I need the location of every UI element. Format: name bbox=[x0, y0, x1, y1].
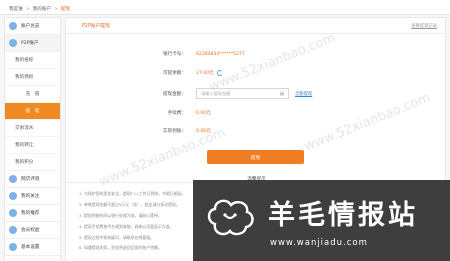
sidebar: 账户总览 P2P账户 我的投标 我的债权 充 值 提 现 交易流水 我的转让 我… bbox=[4, 17, 61, 261]
fee-label: 手续费： bbox=[167, 111, 186, 116]
fee-value: 0.00元 bbox=[196, 111, 211, 116]
actual-label: 实际到账： bbox=[163, 129, 186, 134]
sidebar-group-label: P2P账户 bbox=[21, 41, 39, 46]
sidebar-group-p2p[interactable]: P2P账户 bbox=[5, 35, 60, 52]
sidebar-group-label: 账户总览 bbox=[21, 24, 40, 29]
withdraw-button[interactable]: 提现 bbox=[207, 150, 304, 164]
card-label: 银行卡号： bbox=[163, 52, 186, 57]
sheep-logo-icon bbox=[207, 199, 254, 236]
fee-row: 手续费： 0.00元 bbox=[66, 110, 211, 116]
balance-value: 27.00元 bbox=[196, 71, 214, 76]
panel-header: P2P账户提现 查看提现记录 bbox=[66, 18, 445, 34]
sidebar-item-my-claims[interactable]: 我的债权 bbox=[5, 69, 60, 86]
benefits-icon bbox=[9, 226, 17, 234]
sidebar-item-transactions[interactable]: 交易流水 bbox=[5, 120, 60, 137]
balance-label: 可提余额： bbox=[163, 71, 186, 76]
settings-icon bbox=[9, 243, 17, 251]
balance-row: 可提余额： 27.00元 bbox=[66, 70, 223, 76]
banner-title: 羊毛情报站 bbox=[268, 200, 418, 231]
sidebar-group-overview[interactable]: 账户总览 bbox=[5, 18, 60, 35]
sidebar-item-transfers[interactable]: 我的转让 bbox=[5, 137, 60, 154]
follow-icon bbox=[9, 192, 17, 200]
sidebar-group-label: 基本设置 bbox=[21, 245, 40, 250]
banner-url: www.wanjiadu.com bbox=[270, 238, 368, 248]
amount-unit: 元 bbox=[279, 90, 284, 96]
sidebar-group-label: 我的关注 bbox=[21, 194, 40, 199]
sidebar-group-benefits[interactable]: 会员权益 bbox=[5, 222, 60, 239]
promo-banner: 羊毛情报站 www.wanjiadu.com bbox=[193, 180, 450, 261]
sidebar-group-label: 我的推荐 bbox=[21, 211, 40, 216]
withdraw-all-link[interactable]: 全额提现 bbox=[295, 91, 312, 97]
sidebar-group-follows[interactable]: 我的关注 bbox=[5, 188, 60, 205]
amount-row: 提现金额： 请输入提现金额 元 全额提现 bbox=[66, 88, 312, 99]
card-row: 银行卡号： 62284834******5277 bbox=[66, 51, 245, 58]
sidebar-group-referrals[interactable]: 我的推荐 bbox=[5, 205, 60, 222]
breadcrumb-current: 提现 bbox=[60, 7, 71, 12]
p2p-account-icon bbox=[9, 39, 17, 47]
refresh-icon[interactable] bbox=[216, 70, 223, 76]
sidebar-group-label: 网贷评测 bbox=[21, 177, 40, 182]
amount-input[interactable]: 请输入提现金额 元 bbox=[196, 88, 289, 99]
breadcrumb-separator: > bbox=[25, 6, 30, 12]
breadcrumb-account[interactable]: 我的账户 bbox=[33, 6, 51, 12]
page-title: P2P账户提现 bbox=[82, 24, 111, 29]
withdraw-history-link[interactable]: 查看提现记录 bbox=[411, 23, 437, 29]
sidebar-item-points[interactable]: 我的积分 bbox=[5, 154, 60, 171]
review-icon bbox=[9, 175, 17, 183]
overview-icon bbox=[9, 22, 17, 30]
sidebar-item-recharge[interactable]: 充 值 bbox=[5, 86, 60, 103]
sidebar-item-withdraw[interactable]: 提 现 bbox=[5, 103, 60, 120]
sidebar-item-my-bids[interactable]: 我的投标 bbox=[5, 52, 60, 69]
actual-value: 0.00元 bbox=[196, 129, 211, 134]
breadcrumb-separator: > bbox=[54, 6, 58, 12]
sidebar-group-label: 会员权益 bbox=[21, 228, 40, 233]
card-number: 62284834******5277 bbox=[196, 51, 245, 57]
breadcrumb-home[interactable]: 我是谁 bbox=[9, 6, 23, 12]
amount-placeholder: 请输入提现金额 bbox=[201, 90, 231, 96]
amount-label: 提现金额： bbox=[163, 91, 186, 97]
sidebar-group-reviews[interactable]: 网贷评测 bbox=[5, 171, 60, 188]
sidebar-group-settings[interactable]: 基本设置 bbox=[5, 239, 60, 256]
referral-icon bbox=[9, 209, 17, 217]
actual-row: 实际到账： 0.00元 bbox=[66, 128, 211, 134]
